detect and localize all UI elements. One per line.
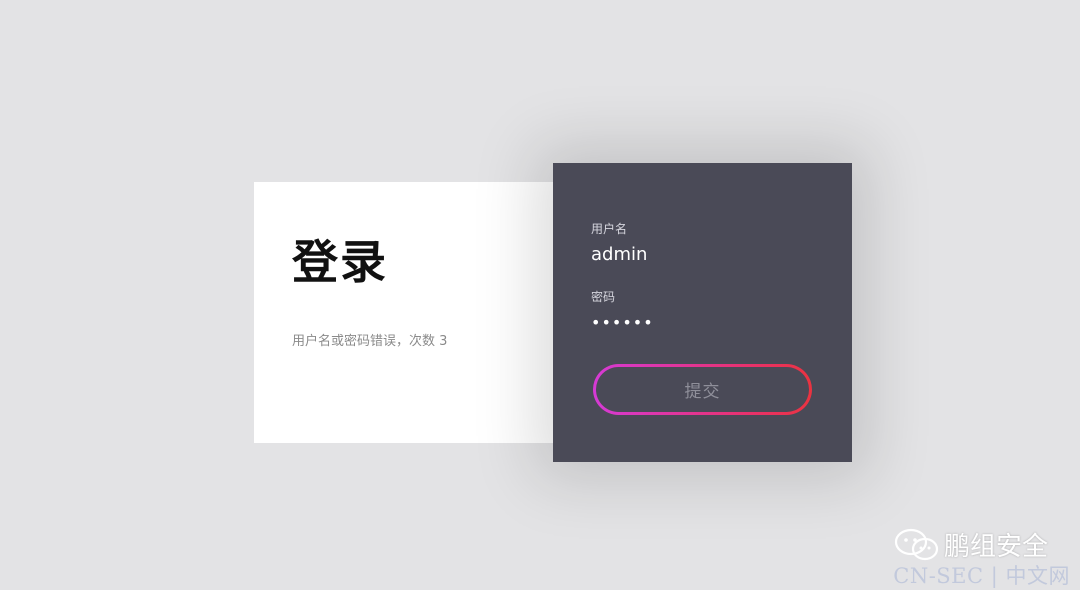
wechat-icon (894, 528, 939, 560)
watermark-site-text: CN-SEC | 中文网 (893, 564, 1070, 588)
submit-button[interactable]: 提交 (593, 364, 812, 415)
page-title: 登录 (292, 235, 388, 289)
login-info-card: 登录 用户名或密码错误，次数 3 (254, 182, 554, 443)
watermark-account-name: 鹏组安全 (943, 532, 1048, 562)
username-label: 用户名 (591, 222, 628, 236)
login-form-panel: 用户名 密码 提交 (553, 163, 852, 462)
submit-button-label: 提交 (596, 367, 809, 412)
error-message: 用户名或密码错误，次数 3 (292, 334, 448, 349)
watermark: 鹏组安全 (894, 526, 1048, 563)
password-label: 密码 (591, 290, 616, 304)
password-input[interactable] (591, 309, 811, 335)
username-input[interactable] (591, 241, 811, 267)
